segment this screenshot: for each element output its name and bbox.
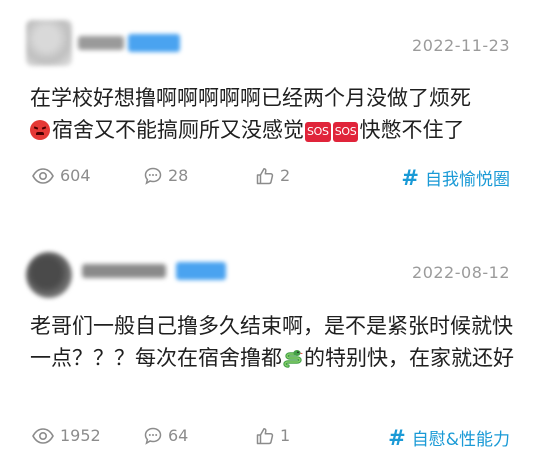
thumbs-up-icon	[256, 427, 274, 444]
topic-label: 自我愉悦圈	[425, 170, 510, 190]
snake-icon	[283, 350, 303, 368]
content-text: 快憋不住了	[359, 118, 465, 142]
eye-icon	[32, 167, 54, 184]
topic-tag[interactable]: # 自慰&性能力	[388, 425, 510, 451]
post-date: 2022-08-12	[412, 263, 510, 282]
comment-count-text: 28	[168, 166, 189, 185]
view-count: 1952	[32, 426, 101, 445]
comment-bubble-icon	[144, 427, 162, 445]
content-text: 宿舍又不能搞厕所又没感觉	[52, 118, 304, 142]
thumbs-up-icon	[256, 167, 274, 184]
post-date: 2022-11-23	[412, 36, 510, 55]
view-count-text: 604	[60, 166, 91, 185]
angry-face-icon	[30, 120, 50, 140]
post-divider	[0, 218, 540, 238]
hash-icon: #	[401, 165, 419, 190]
topic-label: 自慰&性能力	[411, 430, 510, 450]
post-content[interactable]: 在学校好想撸啊啊啊啊啊已经两个月没做了烦死 宿舍又不能搞厕所又没感觉 SOS SOS…	[30, 82, 514, 146]
like-button[interactable]: 1	[256, 426, 290, 445]
user-badge-blurred	[176, 262, 226, 280]
like-count-text: 2	[280, 166, 291, 185]
user-badge-blurred	[128, 34, 180, 52]
post-card[interactable]: 2022-11-23 在学校好想撸啊啊啊啊啊已经两个月没做了烦死 宿舍又不能搞厕…	[0, 0, 540, 218]
post-actions: 1952 64 1 # 自慰&性能力	[0, 426, 540, 450]
eye-icon	[32, 427, 54, 444]
username-blurred[interactable]	[82, 264, 166, 278]
topic-tag[interactable]: # 自我愉悦圈	[401, 165, 510, 191]
like-button[interactable]: 2	[256, 166, 290, 185]
view-count: 604	[32, 166, 91, 185]
content-line: 在学校好想撸啊啊啊啊啊已经两个月没做了烦死	[30, 86, 471, 110]
username-blurred[interactable]	[78, 36, 124, 50]
sos-icon: SOS	[332, 122, 359, 142]
comment-bubble-icon	[144, 167, 162, 185]
content-text: 的特别快，在家就还好	[304, 346, 514, 370]
avatar[interactable]	[26, 20, 72, 66]
like-count-text: 1	[280, 426, 291, 445]
comment-count-text: 64	[168, 426, 189, 445]
comment-button[interactable]: 64	[144, 426, 188, 445]
sos-icon: SOS	[305, 122, 331, 142]
comment-button[interactable]: 28	[144, 166, 188, 185]
avatar[interactable]	[26, 252, 72, 298]
post-card[interactable]: 2022-08-12 老哥们一般自己撸多久结束啊，是不是紧张时候就快一点？？？每…	[0, 238, 540, 458]
post-content[interactable]: 老哥们一般自己撸多久结束啊，是不是紧张时候就快一点？？？每次在宿舍撸都 的特别快，…	[30, 310, 514, 374]
post-actions: 604 28 2 # 自我愉悦圈	[0, 166, 540, 190]
content-line: 宿舍又不能搞厕所又没感觉 SOS SOS 快憋不住了	[30, 114, 514, 146]
hash-icon: #	[388, 425, 406, 450]
view-count-text: 1952	[60, 426, 101, 445]
